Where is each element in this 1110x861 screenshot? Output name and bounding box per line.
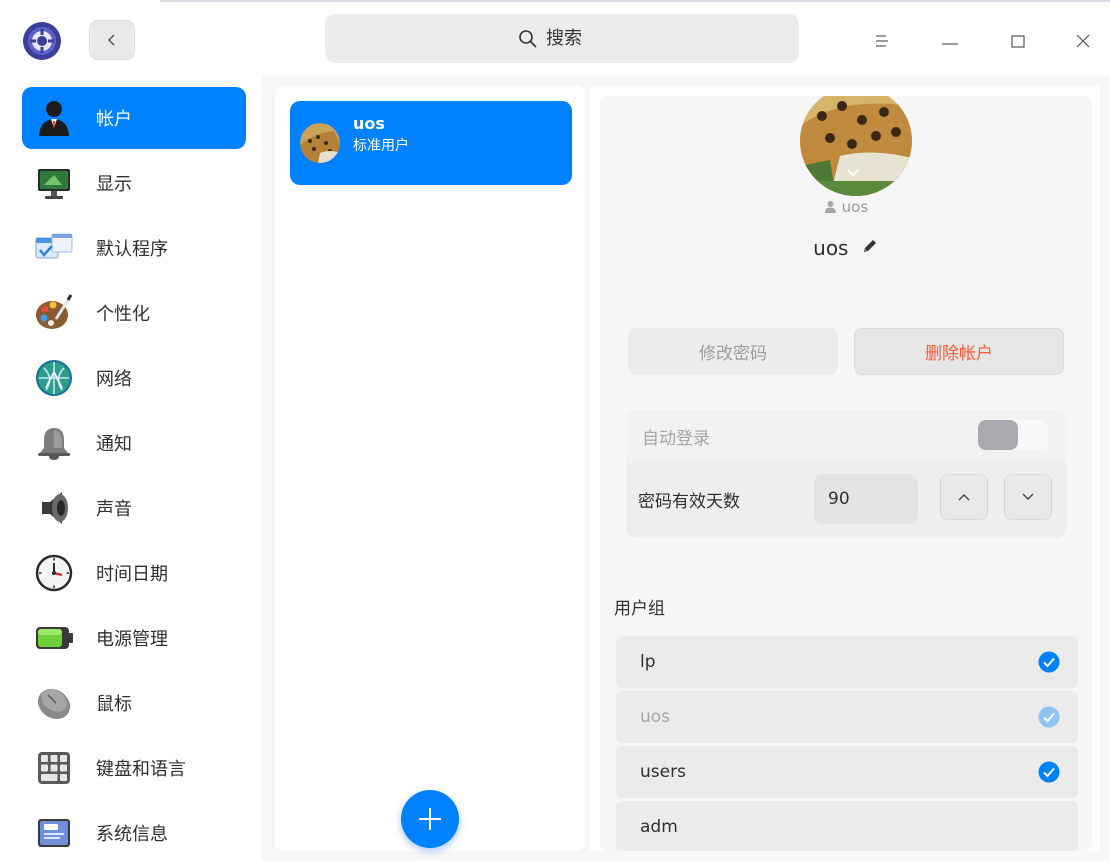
sound-icon	[32, 486, 76, 530]
account-settings-group: 自动登录 密码有效天数	[626, 410, 1066, 538]
user-name: uos	[353, 113, 385, 133]
sidebar-item-datetime[interactable]: 时间日期	[22, 542, 246, 604]
group-item-lp[interactable]: lp	[616, 636, 1078, 688]
delete-account-button[interactable]: 删除帐户	[854, 328, 1064, 375]
checkmark-icon	[1038, 706, 1060, 728]
sidebar-item-label: 通知	[96, 434, 132, 455]
decrease-days-button[interactable]	[1004, 474, 1052, 520]
default-apps-icon	[32, 226, 76, 270]
sidebar-item-accounts[interactable]: 帐户	[22, 87, 246, 149]
sidebar-item-personalization[interactable]: 个性化	[22, 282, 246, 344]
title-bar	[0, 0, 1110, 76]
sidebar-item-label: 个性化	[96, 304, 150, 325]
title-accent-line	[160, 0, 1110, 2]
account-id: uos	[600, 198, 1092, 216]
sidebar-item-label: 键盘和语言	[96, 759, 186, 780]
password-days-row: 密码有效天数	[626, 462, 1066, 538]
network-icon	[32, 356, 76, 400]
full-name: uos	[600, 236, 1092, 260]
user-groups-title: 用户组	[614, 599, 665, 619]
checkmark-icon	[1038, 761, 1060, 783]
group-name: lp	[640, 652, 656, 672]
add-user-button[interactable]	[401, 790, 459, 848]
clock-icon	[32, 551, 76, 595]
sidebar-item-display[interactable]: 显示	[22, 152, 246, 214]
search-icon	[519, 29, 537, 48]
auto-login-label: 自动登录	[642, 429, 710, 449]
account-id-text: uos	[841, 198, 869, 216]
keyboard-icon	[32, 746, 76, 790]
close-button[interactable]	[1063, 21, 1103, 61]
sidebar-item-label: 帐户	[96, 109, 132, 130]
menu-button[interactable]	[862, 21, 902, 61]
chevron-up-icon	[958, 494, 970, 501]
sidebar-item-label: 默认程序	[96, 239, 168, 260]
mouse-icon	[32, 681, 76, 725]
group-item-adm[interactable]: adm	[616, 801, 1078, 851]
sidebar-item-label: 显示	[96, 174, 132, 195]
sidebar-item-system-info[interactable]: 系统信息	[22, 802, 246, 861]
user-type: 标准用户	[353, 137, 409, 154]
sidebar-item-default-apps[interactable]: 默认程序	[22, 217, 246, 279]
maximize-icon	[1011, 35, 1025, 48]
maximize-button[interactable]	[998, 21, 1038, 61]
sidebar-item-label: 时间日期	[96, 564, 168, 585]
back-button[interactable]	[89, 20, 135, 60]
user-icon	[824, 201, 836, 213]
avatar	[300, 123, 340, 163]
sidebar-item-power[interactable]: 电源管理	[22, 607, 246, 669]
sidebar-item-notification[interactable]: 通知	[22, 412, 246, 474]
display-icon	[32, 161, 76, 205]
password-days-label: 密码有效天数	[638, 492, 740, 512]
sidebar-item-sound[interactable]: 声音	[22, 477, 246, 539]
personalization-icon	[32, 291, 76, 335]
minimize-button[interactable]	[930, 21, 970, 61]
sidebar-item-label: 网络	[96, 369, 132, 390]
chevron-down-icon	[1022, 493, 1034, 500]
control-center-logo-icon	[22, 21, 62, 61]
user-list-item-selected[interactable]: uos 标准用户	[290, 101, 572, 185]
change-password-button[interactable]: 修改密码	[628, 328, 838, 375]
group-item-users[interactable]: users	[616, 746, 1078, 798]
chevron-left-icon	[107, 34, 115, 46]
sidebar-item-keyboard[interactable]: 键盘和语言	[22, 737, 246, 799]
sidebar-item-label: 鼠标	[96, 694, 132, 715]
sidebar: 帐户 显示 默认程序 个性化 网络 通知 声音 时间日期 电源管理 鼠标 键盘和…	[0, 76, 262, 861]
user-avatar[interactable]	[800, 96, 912, 196]
group-item-uos: uos	[616, 691, 1078, 743]
auto-login-toggle[interactable]	[978, 420, 1048, 450]
minimize-icon	[942, 43, 958, 45]
menu-icon	[876, 35, 888, 47]
sidebar-item-network[interactable]: 网络	[22, 347, 246, 409]
increase-days-button[interactable]	[940, 474, 988, 520]
full-name-text: uos	[813, 236, 849, 260]
group-name: uos	[640, 707, 671, 727]
sidebar-item-label: 声音	[96, 499, 132, 520]
password-days-input[interactable]	[814, 474, 918, 524]
system-info-icon	[32, 811, 76, 855]
battery-icon	[32, 616, 76, 660]
plus-icon	[419, 808, 441, 830]
account-icon	[32, 96, 76, 140]
group-name: adm	[640, 817, 678, 837]
search-input[interactable]	[546, 28, 606, 49]
user-list-panel: uos 标准用户	[275, 86, 585, 851]
close-icon	[1076, 34, 1090, 48]
group-name: users	[640, 762, 686, 782]
account-detail-panel: uos uos 修改密码 删除帐户 自动登录 密码有效天数 90 用户组 lp …	[590, 86, 1100, 851]
sidebar-item-mouse[interactable]: 鼠标	[22, 672, 246, 734]
chevron-down-icon[interactable]	[846, 166, 860, 180]
auto-login-row: 自动登录	[626, 410, 1066, 462]
toggle-knob	[978, 420, 1018, 450]
checkmark-icon	[1038, 651, 1060, 673]
edit-icon[interactable]	[861, 237, 879, 255]
notification-icon	[32, 421, 76, 465]
sidebar-item-label: 电源管理	[96, 629, 168, 650]
search-bar[interactable]	[325, 14, 799, 63]
sidebar-item-label: 系统信息	[96, 824, 168, 845]
